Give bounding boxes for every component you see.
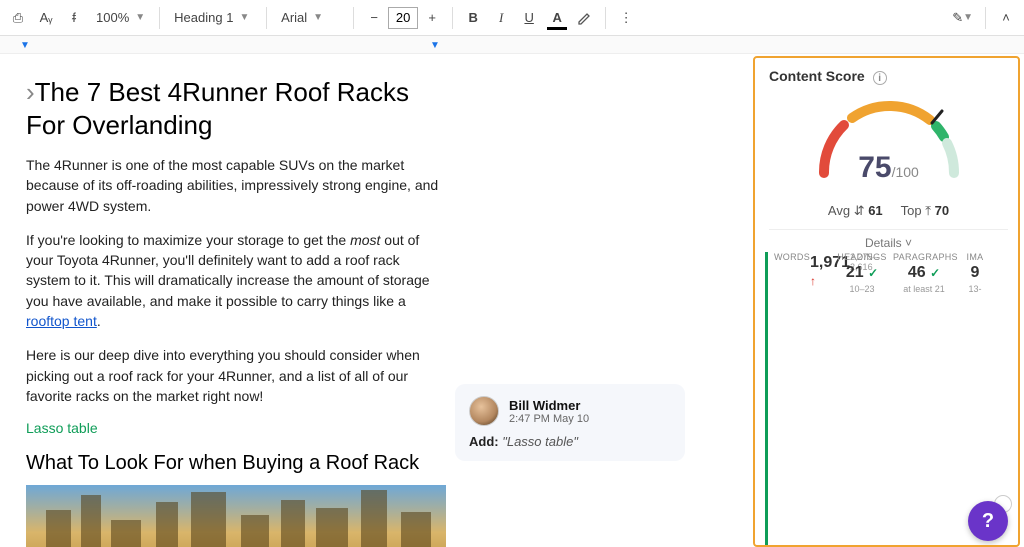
comment-time: 2:47 PM May 10 [509,413,589,425]
caret-down-icon: ▼ [135,12,145,23]
comment-body: Add: "Lasso table" [469,434,671,449]
separator [353,7,354,29]
info-icon[interactable]: i [873,71,887,85]
font-value: Arial [281,10,307,25]
more-icon[interactable]: ⋮ [614,5,638,31]
paint-format-icon[interactable]: Aᵧ [34,5,58,31]
print-icon[interactable]: ⎙ [6,5,30,31]
style-value: Heading 1 [174,10,233,25]
arrow-up-icon: ↑ [810,274,816,288]
paragraph-2[interactable]: If you're looking to maximize your stora… [26,230,446,331]
separator [452,7,453,29]
zoom-value: 100% [96,10,129,25]
collapse-toolbar-icon[interactable]: ˄ [994,5,1018,31]
italic-button[interactable]: I [489,5,513,31]
document-content: ›The 7 Best 4Runner Roof Racks For Overl… [26,76,446,547]
check-icon: ✓ [930,266,940,280]
doc-title[interactable]: ›The 7 Best 4Runner Roof Racks For Overl… [26,76,446,141]
ruler[interactable]: ▼ ▼ [0,36,1024,54]
comment-header: Bill Widmer 2:47 PM May 10 [469,396,671,426]
avatar[interactable] [469,396,499,426]
caret-down-icon: ▼ [239,12,249,23]
font-select[interactable]: Arial ▼ [275,5,345,31]
paragraph-1[interactable]: The 4Runner is one of the most capable S… [26,155,446,216]
zoom-select[interactable]: 100% ▼ [90,5,151,31]
details-toggle[interactable]: Details ˅ [769,229,1008,252]
fontsize-decrease-button[interactable]: − [362,5,386,31]
title-text: The 7 Best 4Runner Roof Racks For Overla… [26,77,409,140]
comment-action: Add: [469,434,499,449]
score-max: /100 [892,164,919,180]
doc-image[interactable] [26,485,446,547]
toolbar: ⎙ Aᵧ ᵮ 100% ▼ Heading 1 ▼ Arial ▼ − + B … [0,0,1024,36]
separator [605,7,606,29]
style-select[interactable]: Heading 1 ▼ [168,5,258,31]
caret-down-icon: ▼ [313,12,323,23]
fontsize-stepper: − + [362,5,444,31]
seo-panel: Content Score i 75/100 Avg ⇵ 61 Top ⤒ 70… [753,56,1020,547]
stat-paragraphs[interactable]: PARAGRAPHS 46 ✓ at least 21 [893,252,955,547]
help-button[interactable]: ? [968,501,1008,541]
lasso-table-text[interactable]: Lasso table [26,420,446,436]
comment-quote: "Lasso table" [502,434,578,449]
fontsize-increase-button[interactable]: + [420,5,444,31]
chevron-down-icon: ˅ [905,236,912,250]
separator [985,7,986,29]
stat-headings[interactable]: HEADINGS 21 ✓ 10–23 [831,252,893,547]
avg-top-row: Avg ⇵ 61 Top ⤒ 70 [769,203,1008,219]
gauge: 75/100 [769,93,1008,203]
score-value: 75 [858,151,891,184]
separator [266,7,267,29]
rooftop-tent-link[interactable]: rooftop tent [26,313,97,329]
bold-button[interactable]: B [461,5,485,31]
edit-mode-icon[interactable]: ✎ ▼ [948,5,977,31]
check-icon: ✓ [868,266,878,280]
spellcheck-icon[interactable]: ᵮ [62,5,86,31]
stat-words[interactable]: WORDS 1,971 ↑ 2,275–2,616 [765,252,831,547]
comment-author: Bill Widmer [509,398,589,413]
paragraph-3[interactable]: Here is our deep dive into everything yo… [26,345,446,406]
avg-block: Avg ⇵ 61 [828,203,883,219]
separator [159,7,160,29]
indent-right-marker[interactable]: ▼ [430,40,440,51]
main: ›The 7 Best 4Runner Roof Racks For Overl… [0,54,1024,547]
document-area[interactable]: ›The 7 Best 4Runner Roof Racks For Overl… [0,54,473,547]
text-color-button[interactable]: A [545,5,569,31]
fontsize-input[interactable] [388,7,418,29]
doc-heading-2[interactable]: What To Look For when Buying a Roof Rack [26,452,446,475]
content-score-title: Content Score i [769,68,1008,85]
top-block: Top ⤒ 70 [901,203,949,219]
underline-button[interactable]: U [517,5,541,31]
comment-zone: Bill Widmer 2:47 PM May 10 Add: "Lasso t… [473,54,753,547]
highlight-button[interactable] [573,5,597,31]
indent-left-marker[interactable]: ▼ [20,40,30,51]
comment-card[interactable]: Bill Widmer 2:47 PM May 10 Add: "Lasso t… [455,384,685,461]
score-display: 75/100 [769,151,1008,185]
